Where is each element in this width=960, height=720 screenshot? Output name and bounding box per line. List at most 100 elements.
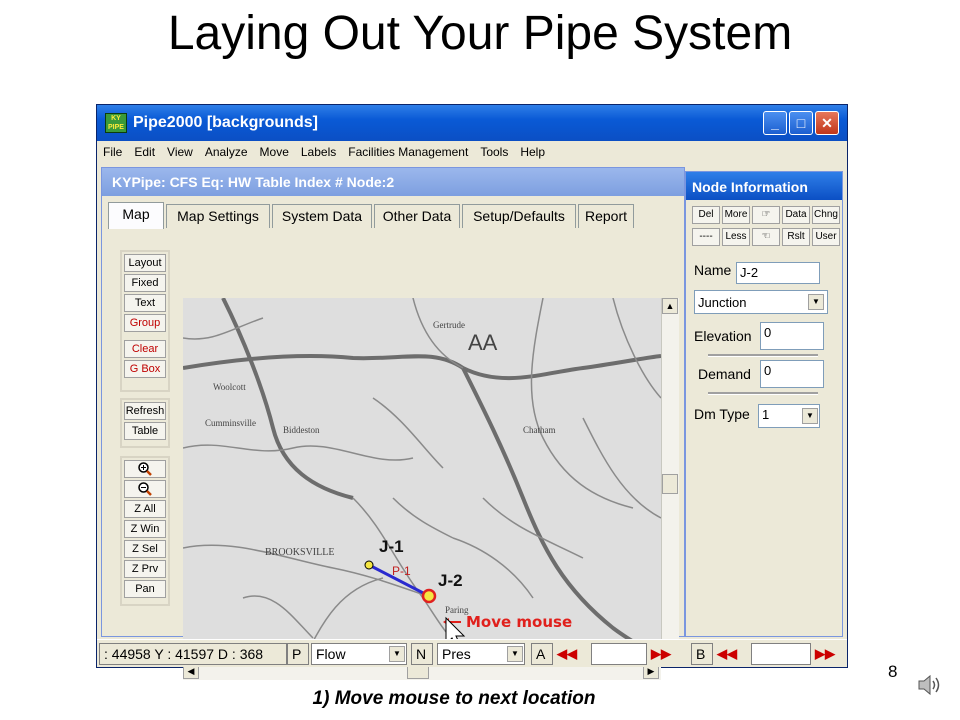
type-dropdown-icon[interactable]: ▼ [808,294,824,310]
name-label: Name [694,262,732,278]
demand-slider[interactable] [708,392,818,395]
vertical-scrollbar[interactable]: ▲ ▼ [661,298,679,662]
a-forward-arrow-icon[interactable]: ▶▶ [651,646,671,662]
change-button[interactable]: Chng [812,206,840,224]
menu-move[interactable]: Move [254,141,295,159]
menu-facilities-management[interactable]: Facilities Management [342,141,474,159]
b-value-field[interactable] [751,643,811,665]
node-j1[interactable] [364,560,374,570]
zoom-previous-button[interactable]: Z Prv [124,560,166,578]
tab-map-settings[interactable]: Map Settings [166,204,270,228]
text-button[interactable]: Text [124,294,166,312]
elevation-slider[interactable] [708,354,818,357]
zoom-selection-button[interactable]: Z Sel [124,540,166,558]
vertical-scroll-thumb[interactable] [662,474,678,494]
layout-button[interactable]: Layout [124,254,166,272]
node-j2-label: J-2 [438,571,463,590]
b-back-arrow-icon[interactable]: ◀◀ [717,646,737,662]
tab-system-data[interactable]: System Data [272,204,372,228]
pipe2000-window: KY PIPE Pipe2000 [backgrounds] _ □ ✕ File… [96,104,848,680]
hint-text: Move mouse [466,613,572,631]
map-label: AA [468,330,498,355]
zoom-in-icon[interactable] [124,460,166,478]
elevation-label: Elevation [694,328,752,344]
a-label: A [531,643,553,665]
a-back-arrow-icon[interactable]: ◀◀ [557,646,577,662]
node-info-title: Node Information [686,172,842,200]
minimize-button[interactable]: _ [763,111,787,135]
tab-map[interactable]: Map [108,202,164,229]
clear-button[interactable]: Clear [124,340,166,358]
table-button[interactable]: Table [124,422,166,440]
map-canvas[interactable]: Gertrude AA Woolcott Cumminsville Biddes… [183,298,661,662]
fixed-button[interactable]: Fixed [124,274,166,292]
panel-title: KYPipe: CFS Eq: HW Table Index # Node:2 [102,168,684,196]
tab-setup-defaults[interactable]: Setup/Defaults [462,204,576,228]
name-input[interactable]: J-2 [736,262,820,284]
slide-title: Laying Out Your Pipe System [167,7,793,60]
node-result-label: N [411,643,433,665]
menu-help[interactable]: Help [514,141,551,159]
map-panel: KYPipe: CFS Eq: HW Table Index # Node:2 … [101,167,685,680]
delete-button[interactable]: Del [692,206,720,224]
node-information-panel: Node Information Del More ☞ Data Chng --… [685,171,843,637]
menu-file[interactable]: File [97,141,128,159]
hand-back-icon[interactable]: ☜ [752,228,780,246]
window-titlebar[interactable]: KY PIPE Pipe2000 [backgrounds] _ □ ✕ [97,105,847,141]
tab-other-data[interactable]: Other Data [374,204,460,228]
zoom-window-button[interactable]: Z Win [124,520,166,538]
user-button[interactable]: User [812,228,840,246]
slide-caption: 1) Move mouse to next location [312,688,596,709]
map-label: Biddeston [283,425,320,435]
result-button[interactable]: Rslt [782,228,810,246]
tool-group-zoom: Z All Z Win Z Sel Z Prv Pan [120,456,170,606]
demand-label: Demand [698,366,751,382]
point-hand-icon[interactable]: ☞ [752,206,780,224]
close-button[interactable]: ✕ [815,111,839,135]
map-label: Woolcott [213,382,246,392]
refresh-button[interactable]: Refresh [124,402,166,420]
zoom-out-icon[interactable] [124,480,166,498]
node-j2[interactable] [421,588,437,604]
scroll-up-icon[interactable]: ▲ [662,298,678,314]
app-icon: KY PIPE [105,113,127,133]
less-button[interactable]: Less [722,228,750,246]
elevation-input[interactable]: 0 [760,322,824,350]
coordinates-readout: : 44958 Y : 41597 D : 368 [99,643,287,665]
map-label: Cumminsville [205,418,256,428]
menu-analyze[interactable]: Analyze [199,141,254,159]
group-button[interactable]: Group [124,314,166,332]
node-j1-label: J-1 [379,537,404,556]
speaker-icon[interactable] [916,672,944,698]
pipe-result-label: P [287,643,309,665]
map-label: Gertrude [433,320,465,330]
map-label: BROOKSVILLE [265,547,334,558]
dm-type-label: Dm Type [694,406,750,422]
a-value-field[interactable] [591,643,647,665]
map-label: Chatham [523,425,556,435]
b-forward-arrow-icon[interactable]: ▶▶ [815,646,835,662]
slide-number: 8 [888,662,898,681]
menu-edit[interactable]: Edit [128,141,161,159]
pipe-label: P-1 [392,564,411,578]
g-box-button[interactable]: G Box [124,360,166,378]
zoom-all-button[interactable]: Z All [124,500,166,518]
pipe-result-dropdown-icon[interactable]: ▼ [389,646,405,662]
menu-view[interactable]: View [161,141,199,159]
b-label: B [691,643,713,665]
menu-labels[interactable]: Labels [295,141,342,159]
tool-group-refresh: Refresh Table [120,398,170,448]
tab-report[interactable]: Report [578,204,634,228]
tool-group-edit: Layout Fixed Text Group Clear G Box [120,250,170,392]
dm-type-dropdown-icon[interactable]: ▼ [802,408,818,424]
menu-tools[interactable]: Tools [474,141,514,159]
demand-input[interactable]: 0 [760,360,824,388]
dash-button[interactable]: ---- [692,228,720,246]
pan-button[interactable]: Pan [124,580,166,598]
more-button[interactable]: More [722,206,750,224]
data-button[interactable]: Data [782,206,810,224]
status-bar: : 44958 Y : 41597 D : 368 P Flow ▼ N Pre… [97,639,847,667]
node-result-dropdown-icon[interactable]: ▼ [507,646,523,662]
menu-bar: File Edit View Analyze Move Labels Facilities … [97,141,847,163]
maximize-button[interactable]: □ [789,111,813,135]
